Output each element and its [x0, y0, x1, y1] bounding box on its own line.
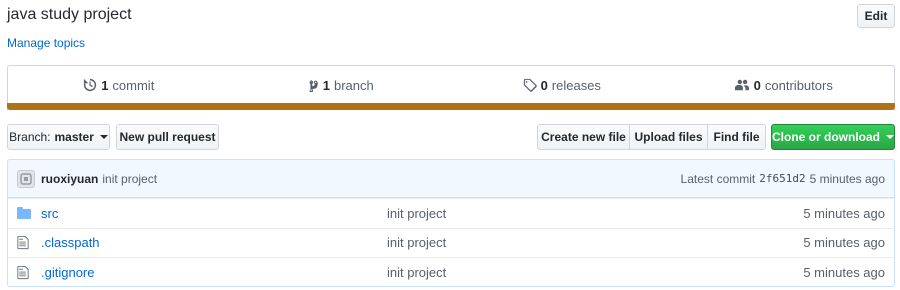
clone-label: Clone or download — [772, 130, 880, 144]
table-row: .gitignore init project 5 minutes ago — [8, 257, 894, 286]
tag-icon — [523, 78, 537, 92]
file-age: 5 minutes ago — [803, 235, 885, 251]
branches-summary[interactable]: 1 branch — [230, 66, 452, 104]
file-commit-message[interactable]: init project — [387, 206, 687, 221]
identicon-icon — [20, 172, 32, 185]
branch-icon — [309, 79, 318, 92]
dropdown-caret-icon — [99, 135, 108, 139]
file-icon — [17, 265, 33, 280]
folder-icon — [17, 207, 33, 220]
language-bar — [7, 103, 895, 110]
branch-name: master — [54, 130, 94, 144]
find-file-button[interactable]: Find file — [707, 124, 766, 150]
edit-button[interactable]: Edit — [857, 4, 895, 28]
releases-label: releases — [551, 77, 601, 93]
manage-topics-link[interactable]: Manage topics — [7, 36, 85, 50]
file-name[interactable]: .classpath — [41, 235, 387, 250]
upload-files-button[interactable]: Upload files — [629, 124, 708, 150]
branch-prefix: Branch: — [9, 130, 51, 144]
dropdown-caret-icon — [886, 135, 894, 139]
create-new-file-button[interactable]: Create new file — [537, 124, 630, 150]
releases-summary[interactable]: 0 releases — [451, 66, 673, 104]
avatar[interactable] — [17, 169, 35, 188]
file-age: 5 minutes ago — [803, 264, 885, 280]
file-commit-message[interactable]: init project — [387, 265, 687, 280]
contributors-count: 0 — [753, 77, 761, 93]
releases-count: 0 — [540, 77, 548, 93]
contributors-summary[interactable]: 0 contributors — [673, 66, 895, 104]
commit-message[interactable]: init project — [102, 172, 157, 186]
commit-age: 5 minutes ago — [809, 171, 885, 186]
branches-label: branch — [333, 77, 374, 93]
file-list: ruoxiyuan init project Latest commit 2f6… — [7, 159, 895, 287]
contributors-label: contributors — [764, 77, 833, 93]
commits-label: commit — [112, 77, 155, 93]
commit-author[interactable]: ruoxiyuan — [41, 172, 98, 186]
branch-select-button[interactable]: Branch: master — [7, 124, 110, 150]
latest-commit-label: Latest commit — [680, 171, 756, 186]
people-icon — [734, 79, 749, 91]
commits-count: 1 — [101, 77, 109, 93]
file-name[interactable]: src — [41, 206, 387, 221]
branches-count: 1 — [322, 77, 330, 93]
file-commit-message[interactable]: init project — [387, 235, 687, 250]
commits-summary[interactable]: 1 commit — [8, 66, 230, 104]
commit-sha[interactable]: 2f651d2 — [759, 172, 805, 186]
repo-description: java study project — [7, 6, 132, 23]
latest-commit-info: Latest commit 2f651d2 5 minutes ago — [681, 172, 885, 186]
clone-or-download-button[interactable]: Clone or download — [771, 124, 895, 150]
file-name[interactable]: .gitignore — [41, 265, 387, 280]
table-row: src init project 5 minutes ago — [8, 198, 894, 228]
file-icon — [17, 235, 33, 250]
file-age: 5 minutes ago — [803, 205, 885, 221]
table-row: .classpath init project 5 minutes ago — [8, 227, 894, 258]
new-pull-request-button[interactable]: New pull request — [116, 124, 219, 150]
latest-commit-bar: ruoxiyuan init project Latest commit 2f6… — [8, 160, 894, 198]
history-icon — [84, 78, 97, 92]
